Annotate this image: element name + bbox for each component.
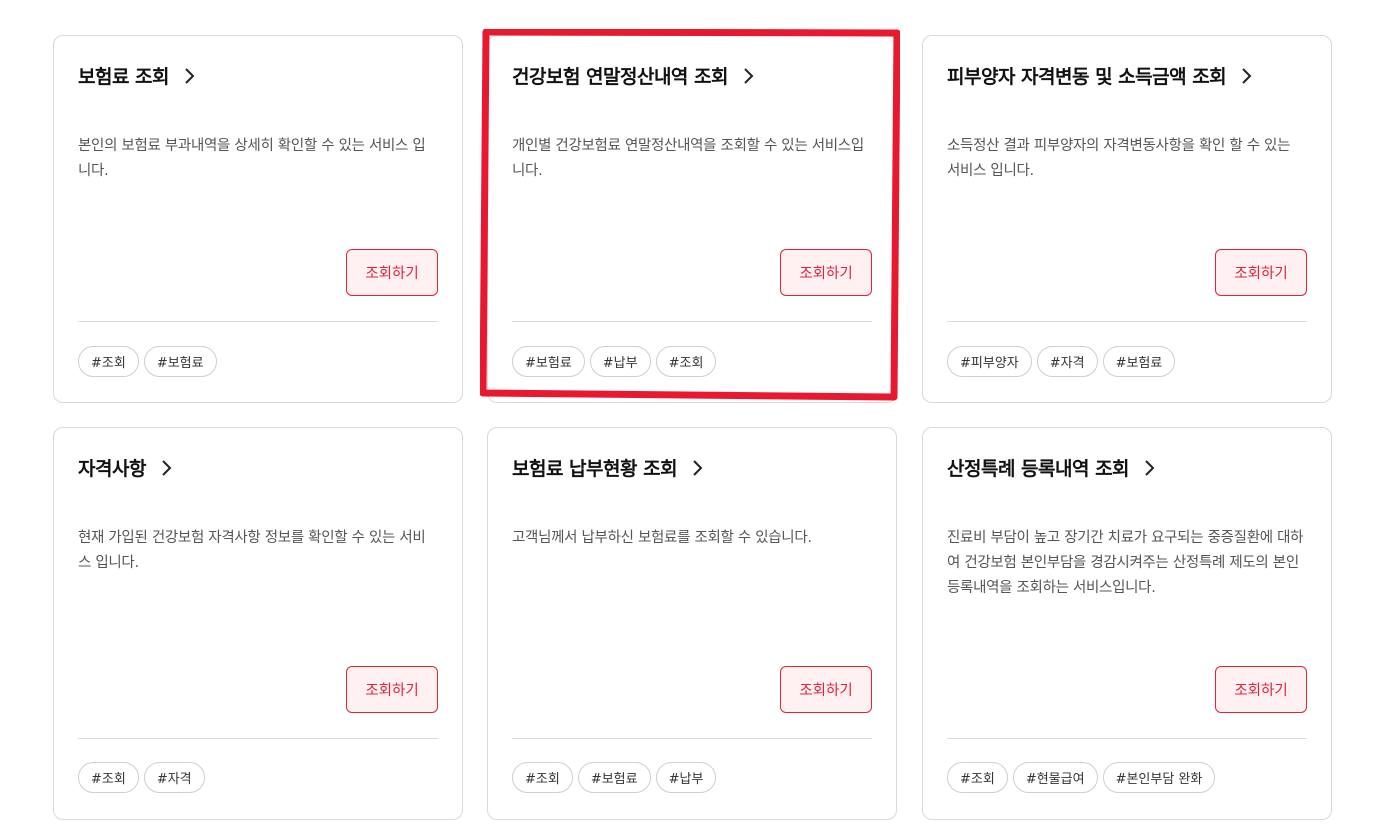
tag-list: #보험료 #납부 #조회 — [512, 346, 717, 377]
card-title-link[interactable]: 보험료 조회 — [78, 62, 199, 89]
inquiry-button[interactable]: 조회하기 — [780, 249, 872, 296]
card-description: 개인별 건강보험료 연말정산내역을 조회할 수 있는 서비스입니다. — [512, 138, 864, 179]
card-title-link[interactable]: 자격사항 — [78, 454, 176, 481]
tag[interactable]: #납부 — [655, 762, 717, 793]
card-description: 진료비 부담이 높고 장기간 치료가 요구되는 중증질환에 대하여 건강보험 본… — [947, 530, 1304, 596]
service-card-year-end-settlement: 건강보험 연말정산내역 조회 개인별 건강보험료 연말정산내역을 조회할 수 있… — [487, 35, 897, 403]
tag-list: #피부양자 #자격 #보험료 — [947, 346, 1176, 377]
divider — [512, 321, 872, 322]
tag[interactable]: #보험료 — [143, 346, 217, 377]
card-description: 현재 가입된 건강보험 자격사항 정보를 확인할 수 있는 서비스 입니다. — [78, 530, 426, 571]
chevron-right-icon — [162, 459, 172, 476]
card-title-link[interactable]: 보험료 납부현황 조회 — [512, 454, 707, 481]
card-title: 보험료 조회 — [78, 66, 170, 88]
service-card-dependent-qualification: 피부양자 자격변동 및 소득금액 조회 소득정산 결과 피부양자의 자격변동사항… — [922, 35, 1332, 403]
tag-list: #조회 #자격 — [78, 762, 205, 793]
tag-list: #조회 #보험료 — [78, 346, 217, 377]
tag[interactable]: #자격 — [143, 762, 205, 793]
tag[interactable]: #피부양자 — [947, 346, 1032, 377]
inquiry-button[interactable]: 조회하기 — [346, 666, 438, 713]
inquiry-button[interactable]: 조회하기 — [780, 666, 872, 713]
inquiry-button[interactable]: 조회하기 — [1215, 249, 1307, 296]
tag[interactable]: #본인부담 완화 — [1102, 762, 1216, 793]
tag[interactable]: #조회 — [78, 346, 139, 377]
tag[interactable]: #보험료 — [512, 346, 585, 377]
card-title: 산정특례 등록내역 조회 — [947, 458, 1130, 480]
tag[interactable]: #자격 — [1036, 346, 1098, 377]
tag[interactable]: #보험료 — [1102, 346, 1176, 377]
chevron-right-icon — [1145, 459, 1155, 476]
card-title-link[interactable]: 건강보험 연말정산내역 조회 — [512, 62, 758, 89]
card-title: 피부양자 자격변동 및 소득금액 조회 — [947, 66, 1227, 88]
tag[interactable]: #조회 — [947, 762, 1008, 793]
chevron-right-icon — [744, 67, 754, 84]
service-card-premium-inquiry: 보험료 조회 본인의 보험료 부과내역을 상세히 확인할 수 있는 서비스 입니… — [53, 35, 463, 403]
chevron-right-icon — [693, 459, 703, 476]
divider — [78, 738, 438, 739]
tag[interactable]: #보험료 — [577, 762, 651, 793]
card-description: 고객님께서 납부하신 보험료를 조회할 수 있습니다. — [512, 530, 812, 546]
tag-list: #조회 #현물급여 #본인부담 완화 — [947, 762, 1216, 793]
service-card-payment-status: 보험료 납부현황 조회 고객님께서 납부하신 보험료를 조회할 수 있습니다. … — [487, 427, 897, 820]
inquiry-button[interactable]: 조회하기 — [346, 249, 438, 296]
divider — [512, 738, 872, 739]
divider — [947, 738, 1307, 739]
card-description: 소득정산 결과 피부양자의 자격변동사항을 확인 할 수 있는 서비스 입니다. — [947, 138, 1291, 179]
tag[interactable]: #현물급여 — [1012, 762, 1098, 793]
tag[interactable]: #조회 — [78, 762, 139, 793]
divider — [78, 321, 438, 322]
tag-list: #조회 #보험료 #납부 — [512, 762, 717, 793]
card-title: 건강보험 연말정산내역 조회 — [512, 66, 729, 88]
service-card-special-exemption: 산정특례 등록내역 조회 진료비 부담이 높고 장기간 치료가 요구되는 중증질… — [922, 427, 1332, 820]
tag[interactable]: #납부 — [589, 346, 651, 377]
chevron-right-icon — [1242, 67, 1252, 84]
tag[interactable]: #조회 — [512, 762, 573, 793]
tag[interactable]: #조회 — [655, 346, 717, 377]
chevron-right-icon — [185, 67, 195, 84]
divider — [947, 321, 1307, 322]
card-title-link[interactable]: 산정특례 등록내역 조회 — [947, 454, 1159, 481]
service-card-qualification: 자격사항 현재 가입된 건강보험 자격사항 정보를 확인할 수 있는 서비스 입… — [53, 427, 463, 820]
card-title: 보험료 납부현황 조회 — [512, 458, 678, 480]
card-title-link[interactable]: 피부양자 자격변동 및 소득금액 조회 — [947, 62, 1256, 89]
card-description: 본인의 보험료 부과내역을 상세히 확인할 수 있는 서비스 입니다. — [78, 138, 426, 179]
card-title: 자격사항 — [78, 458, 146, 480]
inquiry-button[interactable]: 조회하기 — [1215, 666, 1307, 713]
